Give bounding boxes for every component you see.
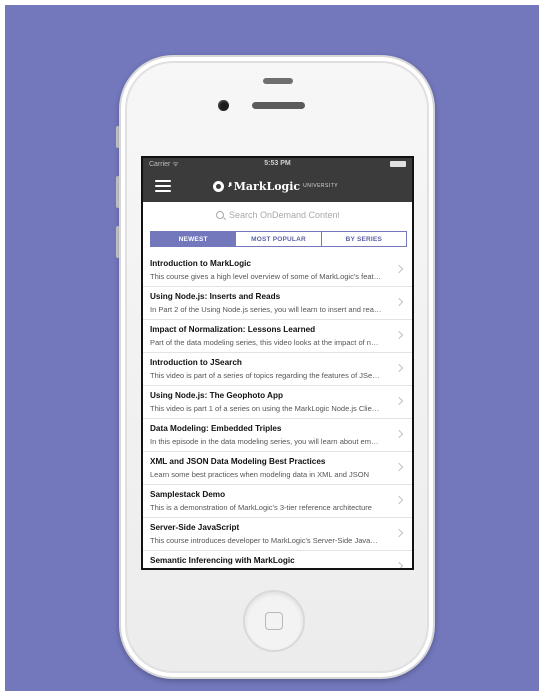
speaker-grille-icon	[263, 78, 293, 84]
app-screen: Carrier ᯤ 5:53 PM ▪▘ MarkLogic UNIVERSIT…	[141, 156, 414, 570]
search-bar	[143, 202, 412, 228]
tab-by-series[interactable]: BY SERIES	[320, 232, 406, 246]
logo-mark-icon	[213, 180, 224, 192]
list-item-title: Impact of Normalization: Lessons Learned	[150, 325, 316, 334]
app-header: Carrier ᯤ 5:53 PM ▪▘ MarkLogic UNIVERSIT…	[143, 158, 412, 202]
search-icon	[216, 211, 224, 219]
marklogic-logo: ▪▘ MarkLogic UNIVERSITY	[213, 179, 338, 193]
battery-icon	[390, 161, 406, 167]
chevron-right-icon	[394, 429, 404, 439]
list-item[interactable]: Server-Side JavaScript This course intro…	[143, 518, 412, 551]
list-item[interactable]: Introduction to JSearch This video is pa…	[143, 353, 412, 386]
search-input[interactable]	[229, 210, 339, 220]
front-camera-icon	[218, 100, 229, 111]
tab-newest[interactable]: NEWEST	[151, 232, 236, 246]
list-item[interactable]: Using Node.js: Inserts and Reads In Part…	[143, 287, 412, 320]
logo-name: MarkLogic	[233, 179, 301, 193]
chevron-right-icon	[394, 264, 404, 274]
status-time: 5:53 PM	[264, 160, 291, 167]
list-item-title: Server-Side JavaScript	[150, 523, 240, 532]
list-item-title: Using Node.js: The Geophoto App	[150, 391, 283, 400]
list-item-title: Samplestack Demo	[150, 490, 226, 499]
chevron-right-icon	[394, 561, 404, 568]
chevron-right-icon	[394, 330, 404, 340]
list-item-description: In Part 2 of the Using Node.js series, y…	[150, 305, 382, 314]
chevron-right-icon	[394, 462, 404, 472]
list-item[interactable]: Samplestack Demo This is a demonstration…	[143, 485, 412, 518]
list-item-title: Using Node.js: Inserts and Reads	[150, 292, 281, 301]
logo-dots: ▪▘	[228, 183, 234, 190]
list-item[interactable]: XML and JSON Data Modeling Best Practice…	[143, 452, 412, 485]
list-item-description: This course introduces developer to Mark…	[150, 536, 382, 545]
list-item-description: This is a demonstration of MarkLogic's 3…	[150, 503, 372, 512]
status-bar: Carrier ᯤ 5:53 PM	[143, 158, 412, 170]
hamburger-menu-icon[interactable]	[155, 180, 171, 192]
segmented-tabs: NEWEST MOST POPULAR BY SERIES	[150, 231, 407, 247]
chevron-right-icon	[394, 396, 404, 406]
tab-most-popular[interactable]: MOST POPULAR	[235, 232, 320, 246]
logo-subtitle: UNIVERSITY	[303, 183, 339, 189]
list-item[interactable]: Introduction to MarkLogic This course gi…	[143, 254, 412, 287]
chevron-right-icon	[394, 495, 404, 505]
list-item-description: This video is part of a series of topics…	[150, 371, 382, 380]
chevron-right-icon	[394, 363, 404, 373]
list-item-description: In this episode in the data modeling ser…	[150, 437, 382, 446]
chevron-right-icon	[394, 297, 404, 307]
list-item-description: This course gives a high level overview …	[150, 272, 382, 281]
home-square-icon	[265, 612, 283, 630]
list-item-title: Data Modeling: Embedded Triples	[150, 424, 282, 433]
list-item[interactable]: Impact of Normalization: Lessons Learned…	[143, 320, 412, 353]
list-item[interactable]: Data Modeling: Embedded Triples In this …	[143, 419, 412, 452]
content-list: Introduction to MarkLogic This course gi…	[143, 254, 412, 568]
list-item-title: Semantic Inferencing with MarkLogic	[150, 556, 295, 565]
list-item-title: Introduction to JSearch	[150, 358, 242, 367]
chevron-right-icon	[394, 528, 404, 538]
home-button[interactable]	[243, 590, 305, 652]
list-item-title: Introduction to MarkLogic	[150, 259, 251, 268]
list-item-description: Part of the data modeling series, this v…	[150, 338, 382, 347]
list-item[interactable]: Using Node.js: The Geophoto App This vid…	[143, 386, 412, 419]
list-item-title: XML and JSON Data Modeling Best Practice…	[150, 457, 326, 466]
earpiece-icon	[252, 102, 305, 109]
list-item[interactable]: Semantic Inferencing with MarkLogic	[143, 551, 412, 568]
list-item-description: Learn some best practices when modeling …	[150, 470, 370, 479]
list-item-description: This video is part 1 of a series on usin…	[150, 404, 382, 413]
